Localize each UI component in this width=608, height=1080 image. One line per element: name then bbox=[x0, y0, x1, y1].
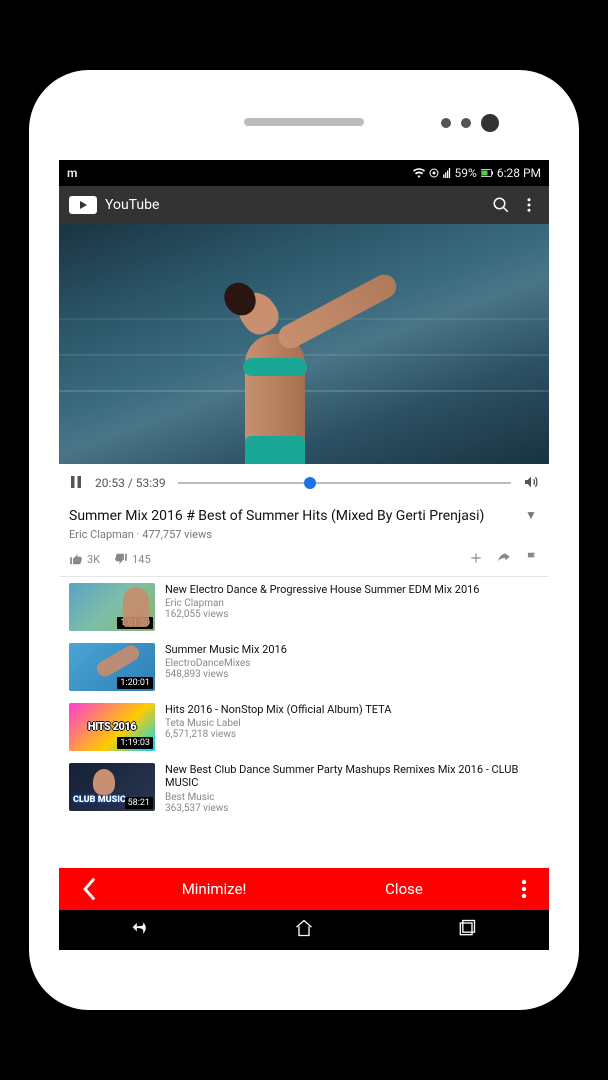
view-count: 363,537 views bbox=[165, 803, 539, 814]
location-icon bbox=[429, 168, 439, 178]
pause-icon[interactable] bbox=[69, 475, 83, 492]
youtube-header: YouTube bbox=[59, 186, 549, 224]
minimize-button[interactable]: Minimize! bbox=[119, 880, 309, 898]
video-title: New Best Club Dance Summer Party Mashups… bbox=[165, 763, 539, 791]
nav-home-icon[interactable] bbox=[294, 918, 314, 942]
video-title: Summer Mix 2016 # Best of Summer Hits (M… bbox=[69, 508, 515, 526]
video-thumbnail: 1:01:50 bbox=[69, 583, 155, 631]
dislike-button[interactable]: 145 bbox=[114, 552, 151, 566]
search-icon[interactable] bbox=[491, 195, 511, 215]
nav-recent-icon[interactable] bbox=[457, 918, 477, 942]
app-title: YouTube bbox=[105, 197, 483, 213]
suggested-list: 1:01:50 New Electro Dance & Progressive … bbox=[59, 577, 549, 869]
signal-icon bbox=[443, 168, 451, 178]
battery-pct: 59% bbox=[455, 166, 477, 180]
back-icon[interactable] bbox=[59, 876, 119, 902]
view-count: 477,757 views bbox=[142, 528, 212, 541]
youtube-logo-icon bbox=[69, 196, 97, 214]
video-title: New Electro Dance & Progressive House Su… bbox=[165, 583, 539, 597]
statusbar-app: m bbox=[67, 166, 413, 180]
overlay-action-bar: Minimize! Close bbox=[59, 868, 549, 910]
view-count: 6,571,218 views bbox=[165, 729, 539, 740]
android-statusbar: m 59% 6:28 PM bbox=[59, 160, 549, 186]
channel-name: Best Music bbox=[165, 792, 539, 803]
list-item[interactable]: 1:01:50 New Electro Dance & Progressive … bbox=[59, 577, 549, 637]
add-to-icon[interactable] bbox=[469, 551, 483, 568]
seek-slider[interactable] bbox=[178, 482, 511, 484]
list-item[interactable]: 1:20:01 Summer Music Mix 2016ElectroDanc… bbox=[59, 637, 549, 697]
channel-name: Teta Music Label bbox=[165, 718, 539, 729]
more-vert-icon[interactable] bbox=[519, 195, 539, 215]
screen: m 59% 6:28 PM YouTube 20:53 / 53:39 bbox=[59, 160, 549, 950]
channel-name: ElectroDanceMixes bbox=[165, 658, 539, 669]
list-item[interactable]: CLUB MUSIC58:21 New Best Club Dance Summ… bbox=[59, 757, 549, 821]
video-meta: Summer Mix 2016 # Best of Summer Hits (M… bbox=[59, 502, 549, 577]
nav-back-icon[interactable] bbox=[131, 918, 151, 942]
wifi-icon bbox=[413, 168, 425, 178]
video-thumbnail: 1:20:01 bbox=[69, 643, 155, 691]
video-thumbnail: CLUB MUSIC58:21 bbox=[69, 763, 155, 811]
video-thumbnail: HITS 20161:19:03 bbox=[69, 703, 155, 751]
android-navbar bbox=[59, 910, 549, 950]
video-title: Summer Music Mix 2016 bbox=[165, 643, 539, 657]
volume-icon[interactable] bbox=[523, 474, 539, 493]
share-icon[interactable] bbox=[497, 551, 511, 568]
battery-icon bbox=[481, 168, 493, 178]
channel-name[interactable]: Eric Clapman bbox=[69, 528, 134, 541]
view-count: 548,893 views bbox=[165, 669, 539, 680]
view-count: 162,055 views bbox=[165, 609, 539, 620]
clock: 6:28 PM bbox=[497, 166, 541, 180]
playback-bar: 20:53 / 53:39 bbox=[59, 464, 549, 502]
phone-frame: m 59% 6:28 PM YouTube 20:53 / 53:39 bbox=[29, 70, 579, 1010]
expand-chevron-icon[interactable]: ▼ bbox=[523, 508, 539, 522]
overlay-more-icon[interactable] bbox=[499, 879, 549, 899]
playback-time: 20:53 / 53:39 bbox=[95, 476, 166, 490]
like-button[interactable]: 3K bbox=[69, 552, 100, 566]
list-item[interactable]: HITS 20161:19:03 Hits 2016 - NonStop Mix… bbox=[59, 697, 549, 757]
close-button[interactable]: Close bbox=[309, 880, 499, 898]
video-player[interactable] bbox=[59, 224, 549, 464]
channel-name: Eric Clapman bbox=[165, 598, 539, 609]
flag-icon[interactable] bbox=[525, 551, 539, 568]
video-title: Hits 2016 - NonStop Mix (Official Album)… bbox=[165, 703, 539, 717]
